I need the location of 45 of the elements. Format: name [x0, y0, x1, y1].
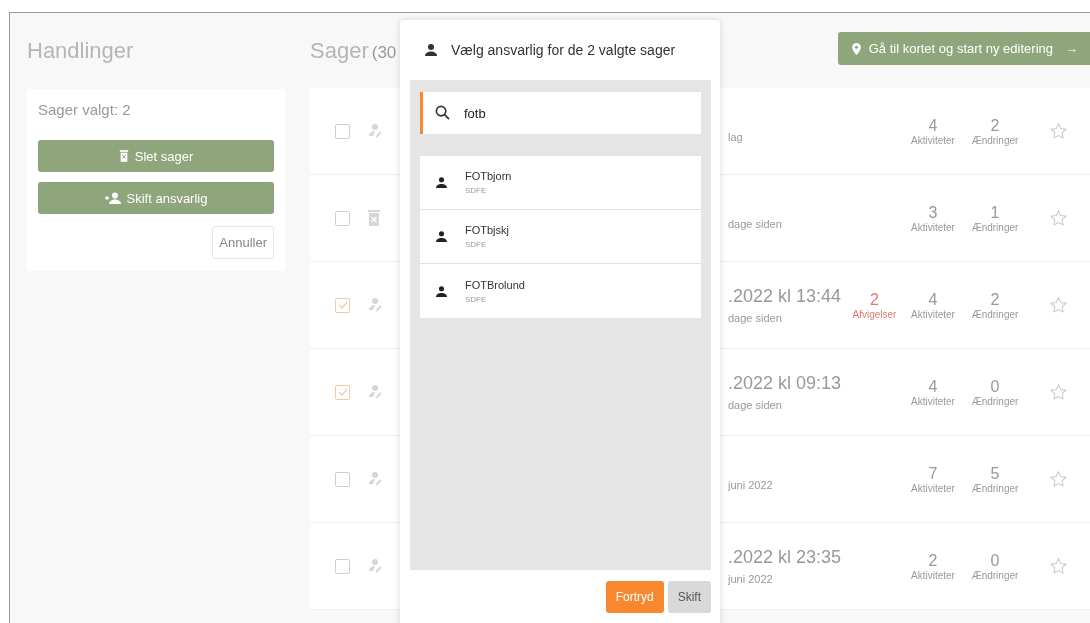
activities-count: 4	[928, 290, 938, 309]
activities-label: Aktiviteter	[911, 482, 955, 494]
changes-label: Ændringer	[971, 569, 1019, 581]
changes-count: 5	[990, 464, 1000, 483]
activities-label: Aktiviteter	[911, 569, 955, 581]
changes-label: Ændringer	[971, 482, 1019, 494]
changes-count: 0	[990, 551, 1000, 570]
activities-count: 4	[928, 377, 938, 396]
changes-count: 2	[990, 290, 1000, 309]
changes-label: Ændringer	[971, 395, 1019, 407]
case-age: juni 2022	[728, 573, 774, 585]
case-age: dage siden	[728, 218, 783, 230]
case-age: juni 2022	[728, 479, 774, 491]
user-name: FOTBrolund	[465, 278, 525, 291]
deviations-count: 2	[870, 290, 879, 309]
list-count: (30	[371, 43, 397, 63]
case-age: dage siden	[728, 399, 783, 411]
activities-label: Aktiviteter	[911, 134, 955, 146]
changes-count: 1	[990, 203, 1000, 222]
case-age: dage siden	[728, 312, 783, 324]
activities-count: 4	[928, 116, 938, 135]
case-date: .2022 kl 09:13	[728, 373, 843, 394]
user-org: SDFE	[465, 240, 488, 249]
dialog-title: Vælg ansvarlig for de 2 valgte sager	[451, 42, 676, 58]
activities-label: Aktiviteter	[911, 395, 955, 407]
activities-label: Aktiviteter	[911, 308, 955, 320]
case-date: .2022 kl 13:44	[728, 286, 843, 307]
list-title: Sager	[310, 38, 369, 64]
selected-count: Sager valgt: 2	[38, 101, 132, 118]
changes-count: 0	[990, 377, 1000, 396]
activities-count: 2	[928, 551, 938, 570]
activities-count: 3	[928, 203, 938, 222]
changes-count: 2	[990, 116, 1000, 135]
case-age: lag	[728, 131, 744, 143]
user-org: SDFE	[465, 294, 488, 304]
activities-count: 7	[928, 464, 938, 483]
deviations-label: Afvigelser	[852, 308, 897, 320]
user-org: SDFE	[465, 186, 488, 195]
case-date: .2022 kl 23:35	[728, 547, 843, 568]
changes-label: Ændringer	[971, 221, 1019, 233]
changes-label: Ændringer	[971, 308, 1019, 320]
activities-label: Aktiviteter	[911, 221, 955, 233]
changes-label: Ændringer	[971, 134, 1019, 146]
user-name: FOTbjskj	[465, 224, 509, 236]
panel-title: Handlinger	[27, 38, 135, 65]
